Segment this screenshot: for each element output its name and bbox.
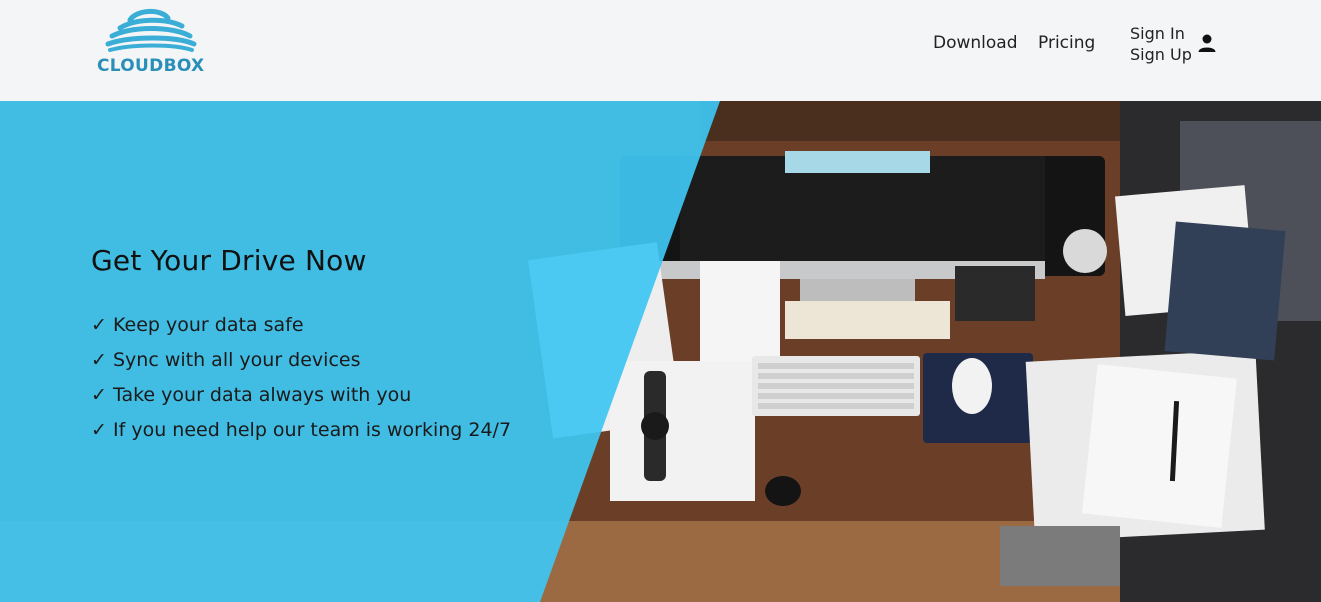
checkmark-icon: ✓ (91, 348, 107, 371)
list-item: ✓ Keep your data safe (91, 307, 511, 342)
list-item: ✓ Take your data always with you (91, 377, 511, 412)
nav-pricing-link[interactable]: Pricing (1038, 33, 1095, 53)
feature-list: ✓ Keep your data safe ✓ Sync with all yo… (91, 307, 511, 447)
auth-links: Sign In Sign Up (1130, 23, 1192, 65)
brand-name[interactable]: CLOUDBOX (97, 56, 204, 76)
list-item: ✓ Sync with all your devices (91, 342, 511, 377)
user-icon[interactable] (1197, 33, 1217, 53)
feature-text: Sync with all your devices (113, 348, 361, 371)
checkmark-icon: ✓ (91, 418, 107, 441)
list-item: ✓ If you need help our team is working 2… (91, 412, 511, 447)
hero-section: Get Your Drive Now ✓ Keep your data safe… (0, 101, 1321, 602)
sign-up-link[interactable]: Sign Up (1130, 44, 1192, 65)
site-header: CLOUDBOX Download Pricing Sign In Sign U… (0, 0, 1321, 101)
feature-text: Keep your data safe (113, 313, 304, 336)
hero-title: Get Your Drive Now (91, 244, 367, 277)
feature-text: Take your data always with you (113, 383, 412, 406)
sign-in-link[interactable]: Sign In (1130, 23, 1192, 44)
checkmark-icon: ✓ (91, 383, 107, 406)
nav-download-link[interactable]: Download (933, 33, 1018, 53)
feature-text: If you need help our team is working 24/… (113, 418, 512, 441)
checkmark-icon: ✓ (91, 313, 107, 336)
